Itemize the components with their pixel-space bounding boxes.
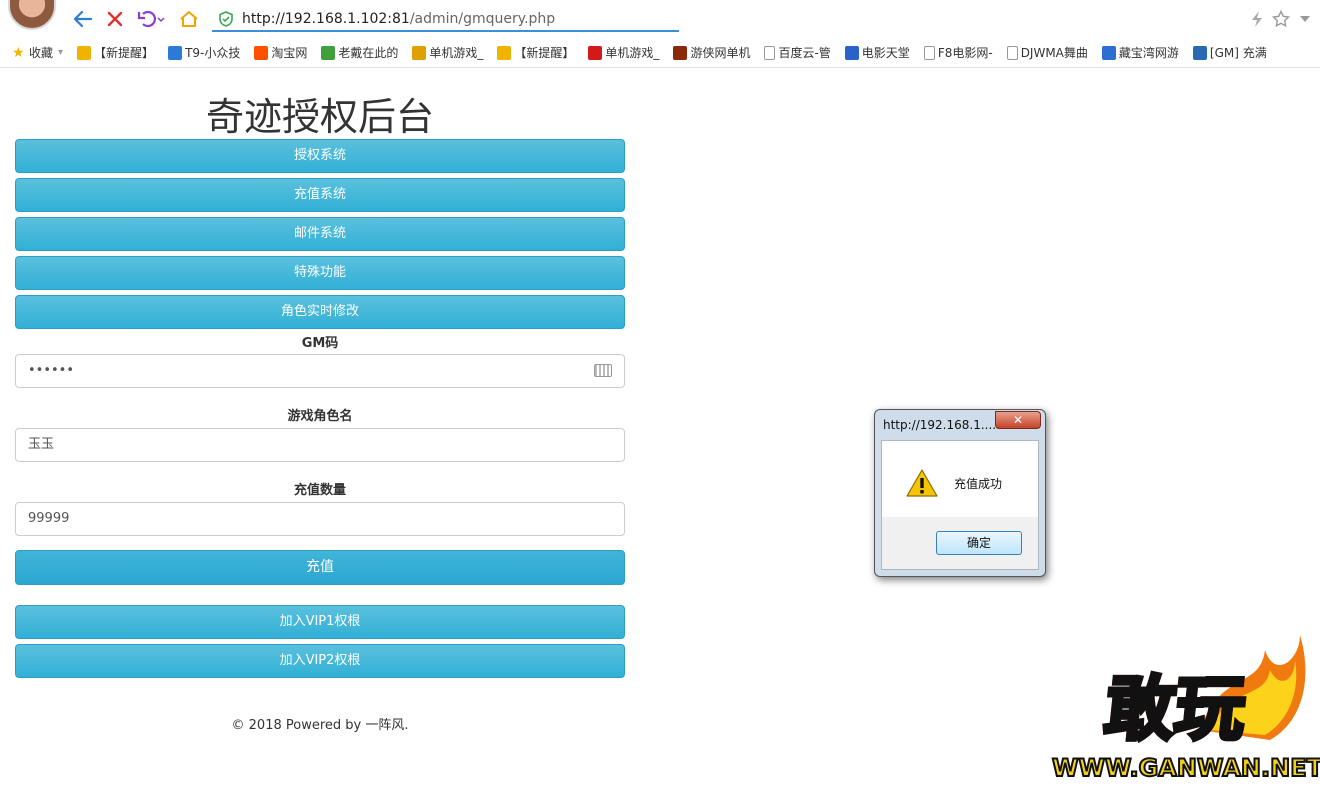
page-icon: [1006, 45, 1018, 60]
speed-mode-button[interactable]: [1247, 8, 1267, 30]
undo-icon: [137, 10, 165, 28]
bookmarks-bar: ★ 收藏 ▾ 【新提醒】 T9-小众技 淘宝网 老戴在此的 单机游戏_ 【新提醒】 单机游戏_ 游侠…: [0, 38, 1320, 68]
game-icon: [412, 45, 427, 60]
role-name-label: 游戏角色名: [287, 409, 353, 424]
role-name-value: 玉玉: [28, 437, 55, 452]
bookmark-item[interactable]: 藏宝湾网游: [1101, 44, 1179, 61]
bookmark-item[interactable]: 电影天堂: [844, 44, 910, 61]
gm-code-label: GM码: [301, 336, 339, 351]
ganwan-watermark: 敢玩 WWW.GANWAN.NET: [1050, 630, 1320, 790]
bookmark-label: 淘宝网: [271, 46, 308, 60]
bookmark-label: [GM] 充满: [1209, 46, 1267, 60]
url-text: http://192.168.1.102:81/admin/gmquery.ph…: [242, 11, 555, 27]
address-bar[interactable]: http://192.168.1.102:81/admin/gmquery.ph…: [212, 7, 679, 32]
menu-special-features[interactable]: 特殊功能: [15, 256, 625, 290]
film-icon: [844, 45, 859, 60]
menu-auth-system[interactable]: 授权系统: [15, 139, 625, 173]
bookmark-label: 藏宝湾网游: [1118, 46, 1179, 60]
bookmark-item[interactable]: 老戴在此的: [321, 44, 398, 61]
bookmark-label: 老戴在此的: [338, 46, 399, 60]
bookmark-label: 【新提醒】: [94, 46, 155, 60]
trophy-icon: [77, 45, 92, 60]
amount-label: 充值数量: [293, 483, 346, 498]
menu-mail-system[interactable]: 邮件系统: [15, 217, 625, 251]
bookmark-label: 单机游戏_: [429, 46, 484, 60]
bookmark-label: 游侠网单机: [690, 46, 751, 60]
shield-icon: [219, 10, 233, 27]
menu-dropdown-button[interactable]: [1298, 8, 1312, 30]
undo-button[interactable]: [136, 8, 168, 30]
bookmark-item[interactable]: 游侠网单机: [673, 44, 750, 61]
back-button[interactable]: [72, 8, 94, 30]
bookmark-label: 百度云-管: [778, 46, 831, 60]
bookmark-item[interactable]: T9-小众技: [168, 44, 240, 61]
keyboard-icon[interactable]: [594, 364, 612, 377]
chevron-down-icon: ▾: [58, 47, 64, 58]
bookmark-label: T9-小众技: [185, 46, 241, 60]
bookmark-label: 单机游戏_: [605, 46, 660, 60]
page-footer: © 2018 Powered by 一阵风.: [231, 718, 409, 733]
bookmark-label: 收藏: [29, 46, 54, 60]
lightning-icon: [1252, 11, 1262, 27]
amount-field[interactable]: 99999: [15, 502, 625, 536]
page-icon: [764, 45, 776, 60]
star-icon: ★: [12, 44, 25, 61]
globe-icon: [1101, 45, 1116, 60]
home-button[interactable]: [178, 8, 200, 30]
url-path: /admin/gmquery.php: [409, 10, 556, 27]
gm-icon: [1192, 45, 1207, 60]
dialog-ok-button[interactable]: 确定: [936, 531, 1022, 555]
warning-icon: [906, 469, 938, 497]
home-icon: [180, 11, 198, 27]
menu-recharge-system[interactable]: 充值系统: [15, 178, 625, 212]
bookmark-item[interactable]: 单机游戏_: [588, 44, 659, 61]
chevron-down-icon: [1300, 16, 1310, 22]
favorite-button[interactable]: [1271, 8, 1291, 30]
g-icon: [588, 45, 603, 60]
bookmark-item[interactable]: DJWMA舞曲: [1006, 44, 1088, 61]
taobao-icon: [254, 45, 269, 60]
bookmark-item[interactable]: [GM] 充满: [1192, 44, 1267, 61]
bookmark-label: DJWMA舞曲: [1020, 46, 1088, 60]
page-title: 奇迹授权后台: [205, 95, 434, 139]
bookmark-label: 【新提醒】: [514, 46, 575, 60]
stop-button[interactable]: [104, 8, 126, 30]
dialog-body: 充值成功 确定: [881, 440, 1039, 570]
t9-icon: [168, 45, 183, 60]
bookmark-item[interactable]: 百度云-管: [764, 44, 831, 61]
bookmark-item[interactable]: ★ 收藏 ▾: [12, 44, 63, 61]
dialog-close-button[interactable]: ✕: [995, 411, 1041, 429]
bookmark-item[interactable]: F8电影网-: [923, 44, 993, 61]
page-icon: [923, 45, 935, 60]
bookmark-item[interactable]: 单机游戏_: [412, 44, 483, 61]
star-outline-icon: [1272, 10, 1290, 28]
user-avatar[interactable]: [8, 0, 56, 30]
bookmark-label: 电影天堂: [861, 46, 910, 60]
iqiyi-icon: [321, 45, 336, 60]
gm-code-field[interactable]: ••••••: [15, 354, 625, 388]
bookmark-label: F8电影网-: [937, 46, 993, 60]
role-name-field[interactable]: 玉玉: [15, 428, 625, 462]
add-vip2-button[interactable]: 加入VIP2权根: [15, 644, 625, 678]
bookmark-item[interactable]: 淘宝网: [254, 44, 307, 61]
ali213-icon: [673, 45, 688, 60]
amount-value: 99999: [28, 511, 70, 526]
browser-toolbar: http://192.168.1.102:81/admin/gmquery.ph…: [0, 0, 1320, 38]
alert-dialog: http://192.168.1.... ✕ 充值成功 确定: [874, 409, 1046, 577]
bookmark-item[interactable]: 【新提醒】: [497, 44, 574, 61]
close-icon: [107, 11, 123, 27]
recharge-button[interactable]: 充值: [15, 550, 625, 585]
dialog-footer: 确定: [882, 517, 1038, 569]
gm-code-value: ••••••: [28, 363, 75, 378]
menu-role-realtime-edit[interactable]: 角色实时修改: [15, 295, 625, 329]
trophy-icon: [497, 45, 512, 60]
watermark-brand: 敢玩: [1085, 666, 1264, 752]
url-host: http://192.168.1.102:81: [242, 10, 410, 27]
dialog-title: http://192.168.1....: [883, 418, 997, 432]
watermark-url: WWW.GANWAN.NET: [1051, 753, 1320, 783]
back-arrow-icon: [73, 10, 93, 28]
add-vip1-button[interactable]: 加入VIP1权根: [15, 605, 625, 639]
dialog-message: 充值成功: [954, 477, 1003, 491]
bookmark-item[interactable]: 【新提醒】: [77, 44, 154, 61]
